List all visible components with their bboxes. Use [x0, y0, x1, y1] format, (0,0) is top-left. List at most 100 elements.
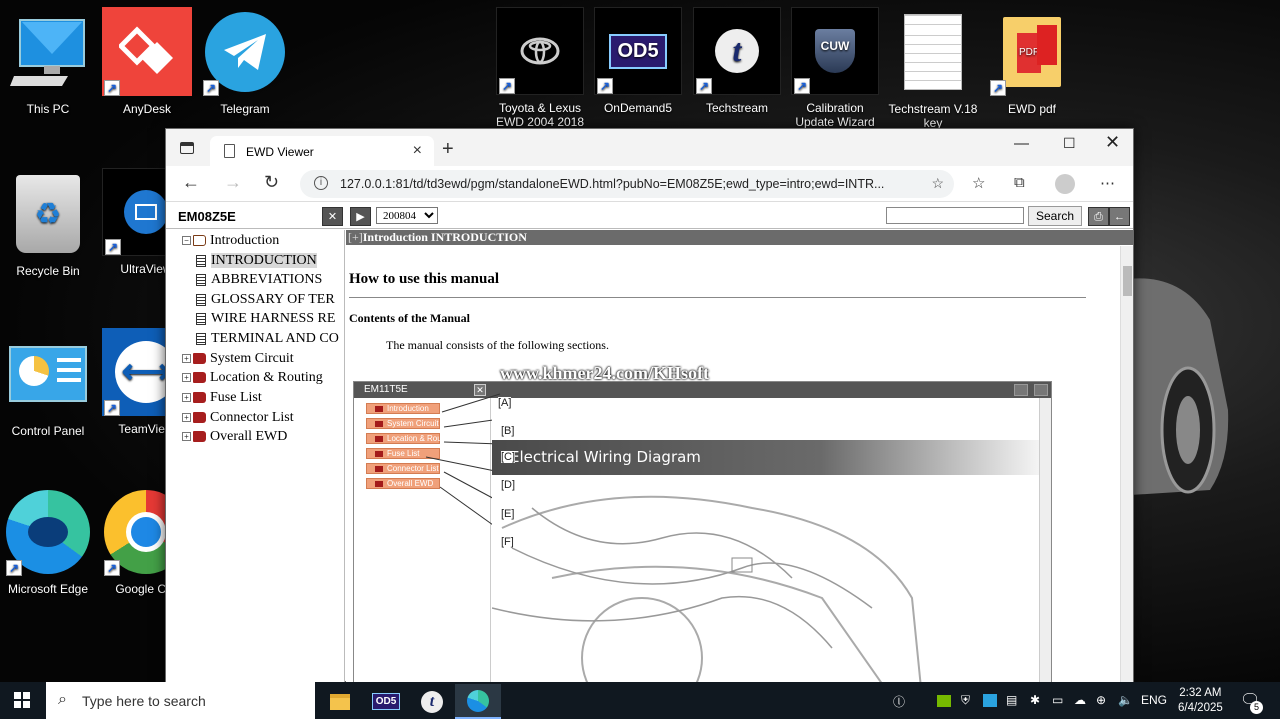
minimize-icon[interactable]: —: [1014, 135, 1029, 152]
taskbar-edge[interactable]: [455, 684, 501, 719]
battery-icon[interactable]: ▭: [1052, 693, 1063, 707]
tab-actions-icon[interactable]: [180, 142, 194, 154]
forward-icon[interactable]: →: [224, 172, 242, 193]
document-icon: [196, 332, 206, 345]
add-favorite-icon[interactable]: ☆: [931, 175, 944, 192]
search-button[interactable]: Search: [1028, 206, 1082, 226]
expand-icon[interactable]: +: [182, 354, 191, 364]
desktop-icon-control-panel[interactable]: Control Panel: [0, 330, 96, 438]
desktop-icon-techstream[interactable]: t ↗ Techstream: [689, 7, 785, 115]
clock-date: 6/4/2025: [1178, 702, 1223, 714]
taskbar-search[interactable]: ⌕ Type here to search: [46, 682, 315, 719]
site-info-icon[interactable]: i: [314, 176, 328, 190]
content-scrollbar[interactable]: [1120, 246, 1133, 682]
tree-item-introduction[interactable]: − Introduction: [182, 231, 279, 250]
taskbar-techstream[interactable]: t: [409, 684, 455, 719]
expand-icon[interactable]: +: [182, 413, 191, 423]
close-tree-button[interactable]: ✕: [322, 207, 343, 226]
tree-item-wire-harness[interactable]: WIRE HARNESS RE: [196, 309, 335, 328]
scrollbar-thumb[interactable]: [1123, 266, 1132, 296]
tab-ewd-viewer[interactable]: EWD Viewer ×: [210, 136, 434, 166]
tree-item-glossary[interactable]: GLOSSARY OF TER: [196, 290, 335, 309]
tree-item-fuse-list[interactable]: + Fuse List: [182, 388, 262, 407]
tree-item-abbreviations[interactable]: ABBREVIATIONS: [196, 270, 322, 289]
desktop-icon-anydesk[interactable]: ↗ AnyDesk: [99, 7, 195, 116]
expand-header-button[interactable]: [+]: [348, 230, 363, 244]
language-indicator[interactable]: ENG: [1141, 693, 1167, 707]
page-heading: How to use this manual: [349, 271, 500, 287]
figure-scrollbar[interactable]: [1039, 398, 1051, 682]
desktop-icon-this-pc[interactable]: This PC: [0, 8, 96, 116]
desktop-icon-label: Recycle Bin: [16, 264, 80, 278]
browser-window: EWD Viewer × + — ☐ ✕ ← → ↻ i 127.0.0.1:8…: [165, 128, 1134, 682]
bluetooth-icon[interactable]: ✱: [1030, 693, 1040, 707]
clock[interactable]: 2:32 AM 6/4/2025: [1178, 686, 1223, 716]
onedrive-icon[interactable]: ☁: [1074, 693, 1086, 707]
print-icon[interactable]: ⎙: [1088, 207, 1109, 226]
url-text: 127.0.0.1:81/td/td3ewd/pgm/standaloneEWD…: [340, 177, 885, 191]
tree-item-overall-ewd[interactable]: + Overall EWD: [182, 427, 287, 446]
toyota-logo-icon: ↗: [496, 7, 584, 95]
close-window-icon[interactable]: ✕: [1105, 132, 1120, 153]
more-menu-icon[interactable]: ⋯: [1100, 174, 1115, 192]
nvidia-icon[interactable]: [937, 695, 951, 707]
back-nav-icon[interactable]: ←: [1109, 207, 1130, 226]
desktop-icon-techstream-key[interactable]: Techstream V.18 key: [885, 8, 981, 130]
tree-item-intro-doc[interactable]: INTRODUCTION: [196, 251, 317, 270]
desktop-icon-telegram[interactable]: ↗ Telegram: [197, 8, 293, 116]
tab-title: EWD Viewer: [246, 145, 314, 159]
desktop-icon-ewd-pdf[interactable]: PDF ↗ EWD pdf: [984, 8, 1080, 116]
figure-minimize-icon[interactable]: [1014, 384, 1028, 396]
desktop-icon-ondemand5[interactable]: OD5 ↗ OnDemand5: [590, 7, 686, 115]
section-heading: Contents of the Manual: [349, 311, 471, 325]
edge-icon: ↗: [4, 488, 92, 576]
anydesk-icon: [119, 25, 173, 74]
tree-item-location-routing[interactable]: + Location & Routing: [182, 368, 323, 387]
favorites-icon[interactable]: ☆: [972, 174, 985, 192]
shortcut-arrow-icon: ↗: [6, 560, 22, 576]
taskbar-ondemand5[interactable]: OD5: [363, 684, 409, 719]
tab-bar: EWD Viewer × + — ☐ ✕: [166, 129, 1133, 166]
search-input[interactable]: [886, 207, 1024, 224]
maximize-icon[interactable]: ☐: [1063, 135, 1076, 152]
document-icon: [196, 312, 206, 325]
desktop-icon-toyota-ewd[interactable]: ↗ Toyota & Lexus EWD 2004 2018: [492, 7, 588, 129]
car-wiring-illustration: [492, 495, 922, 682]
expand-icon[interactable]: +: [182, 393, 191, 403]
expand-icon[interactable]: +: [182, 432, 191, 442]
play-icon[interactable]: ▶: [350, 207, 371, 226]
desktop-icon-microsoft-edge[interactable]: ↗ Microsoft Edge: [0, 488, 96, 596]
url-field[interactable]: i 127.0.0.1:81/td/td3ewd/pgm/standaloneE…: [300, 170, 954, 198]
collapse-icon[interactable]: −: [182, 236, 191, 246]
storage-icon[interactable]: ▤: [1006, 693, 1017, 707]
version-select[interactable]: 200804: [376, 207, 438, 224]
tree-item-system-circuit[interactable]: + System Circuit: [182, 349, 294, 368]
close-tab-icon[interactable]: ×: [413, 142, 422, 160]
callout-e: [E]: [501, 508, 515, 520]
collections-icon[interactable]: ⧉: [1014, 174, 1025, 191]
expand-icon[interactable]: +: [182, 373, 191, 383]
shortcut-arrow-icon: ↗: [990, 80, 1006, 96]
new-tab-icon[interactable]: +: [442, 138, 454, 161]
desktop-icon-calibration-update[interactable]: CUW ↗ Calibration Update Wizard: [787, 7, 883, 129]
monitor-icon: [10, 19, 85, 86]
start-button[interactable]: [14, 692, 30, 708]
lexus-tray-icon[interactable]: ⓛ: [893, 693, 905, 710]
refresh-icon[interactable]: ↻: [264, 172, 279, 193]
volume-icon[interactable]: 🔈: [1118, 693, 1133, 707]
techstream-logo-icon: t ↗: [693, 7, 781, 95]
ewd-toolbar: EM08Z5E ✕ ▶ 200804 Search ⎙ ←: [166, 203, 1133, 229]
callout-f: [F]: [501, 536, 514, 548]
tree-item-terminal[interactable]: TERMINAL AND CO: [196, 329, 339, 348]
figure-maximize-icon[interactable]: [1034, 384, 1048, 396]
search-icon: ⌕: [58, 691, 67, 708]
desktop-icon-recycle-bin[interactable]: ♻ Recycle Bin: [0, 170, 96, 278]
taskbar-file-explorer[interactable]: [317, 684, 363, 719]
tree-item-connector-list[interactable]: + Connector List: [182, 408, 294, 427]
globe-icon[interactable]: ⊕: [1096, 693, 1106, 707]
profile-avatar[interactable]: [1055, 174, 1075, 194]
back-icon[interactable]: ←: [182, 172, 200, 193]
security-icon[interactable]: ⛨: [961, 693, 970, 708]
network-app-icon[interactable]: [983, 694, 997, 707]
book-icon: [193, 353, 206, 365]
